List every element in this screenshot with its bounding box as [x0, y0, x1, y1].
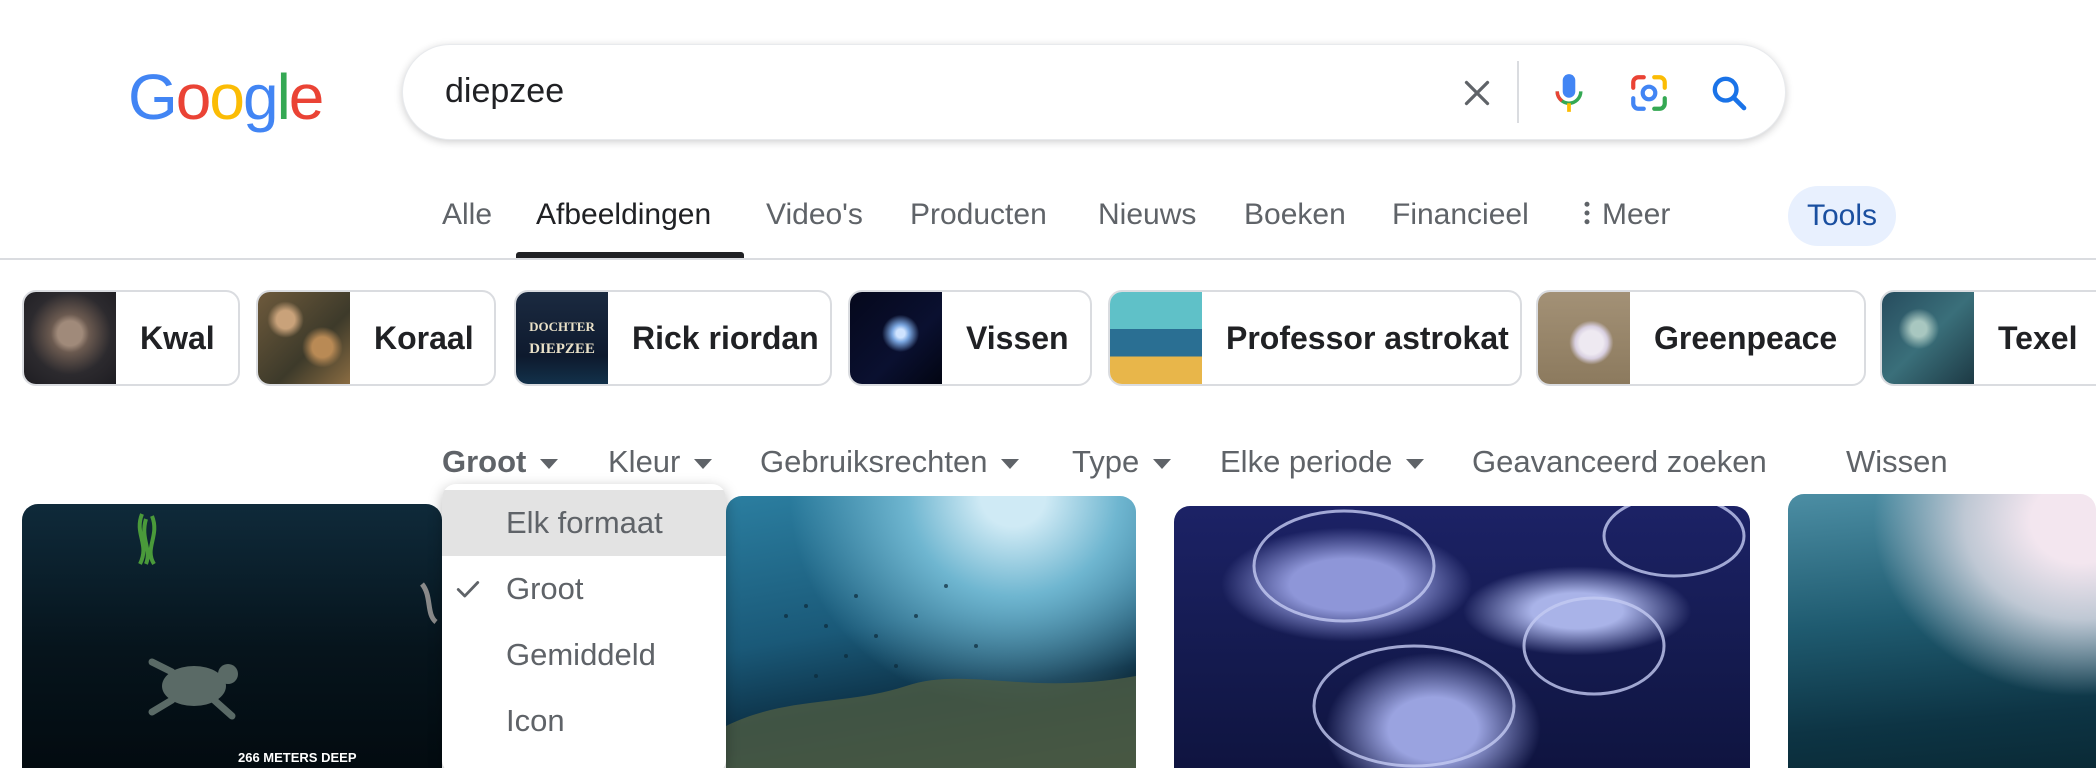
logo-letter: o — [209, 61, 245, 133]
option-label: Gemiddeld — [506, 637, 656, 672]
book-cover-thumbnail: DOCHTER DIEPZEE — [516, 292, 608, 384]
option-label: Elk formaat — [506, 505, 663, 540]
chip-label: Greenpeace — [1654, 319, 1838, 356]
microphone-icon[interactable] — [1543, 67, 1595, 119]
filter-groot[interactable]: Groot — [442, 444, 559, 480]
google-logo[interactable]: Google — [128, 60, 324, 133]
depth-label: 266 METERS DEEP — [238, 750, 357, 765]
chip-vissen[interactable]: Vissen — [848, 290, 1092, 386]
close-icon[interactable] — [1451, 67, 1503, 119]
search-tabs: Alle Afbeeldingen Video's Producten Nieu… — [0, 180, 2096, 260]
tab-alle[interactable]: Alle — [442, 198, 492, 232]
option-label: Icon — [506, 703, 565, 738]
caret-down-icon — [694, 459, 713, 469]
chip-kwal[interactable]: Kwal — [22, 290, 240, 386]
chip-label: Kwal — [140, 319, 215, 356]
filter-kleur[interactable]: Kleur — [608, 444, 713, 480]
result-image[interactable]: 266 METERS DEEP — [22, 504, 442, 768]
chip-label: Professor astrokat — [1226, 319, 1509, 356]
filter-type[interactable]: Type — [1072, 444, 1172, 480]
camera-lens-icon[interactable] — [1623, 67, 1675, 119]
logo-letter: l — [276, 61, 291, 133]
chip-thumbnail — [850, 292, 942, 384]
result-image[interactable] — [1788, 494, 2096, 768]
tab-meer[interactable]: Meer — [1582, 198, 1670, 232]
active-tab-indicator — [516, 252, 744, 258]
caret-down-icon — [1406, 459, 1425, 469]
size-option-large[interactable]: Groot — [442, 556, 726, 622]
filter-label: Wissen — [1846, 444, 1948, 479]
tab-boeken[interactable]: Boeken — [1244, 198, 1346, 232]
clear-filters-link[interactable]: Wissen — [1846, 444, 1948, 480]
caret-down-icon — [1001, 459, 1020, 469]
filter-label: Kleur — [608, 444, 681, 479]
chip-greenpeace[interactable]: Greenpeace — [1536, 290, 1866, 386]
tab-nieuws[interactable]: Nieuws — [1098, 198, 1196, 232]
reef-fish-illustration — [726, 584, 1136, 768]
tab-videos[interactable]: Video's — [766, 198, 863, 232]
chip-koraal[interactable]: Koraal — [256, 290, 496, 386]
result-image[interactable] — [726, 496, 1136, 768]
chip-thumbnail — [24, 292, 116, 384]
chip-texel[interactable]: Texel — [1880, 290, 2096, 386]
chip-label: Texel — [1998, 319, 2078, 356]
ocean-depth-illustration: 266 METERS DEEP — [137, 513, 438, 765]
tab-meer-label: Meer — [1602, 198, 1671, 231]
size-dropdown-menu: Elk formaat Groot Gemiddeld Icon — [442, 484, 726, 768]
filter-label: Geavanceerd zoeken — [1472, 444, 1767, 479]
filter-label: Gebruiksrechten — [760, 444, 988, 479]
jellyfish-illustration — [1252, 506, 1746, 768]
size-option-any[interactable]: Elk formaat — [442, 490, 726, 556]
logo-letter: G — [128, 61, 178, 133]
chip-thumbnail — [1110, 292, 1202, 384]
caret-down-icon — [540, 459, 559, 469]
chip-label: Koraal — [374, 319, 474, 356]
chip-thumbnail — [1882, 292, 1974, 384]
book-title-line: DOCHTER — [529, 318, 595, 334]
tab-producten[interactable]: Producten — [910, 198, 1047, 232]
filter-label: Groot — [442, 444, 527, 479]
option-label: Groot — [506, 571, 584, 606]
chip-rick-riordan[interactable]: DOCHTER DIEPZEE Rick riordan — [514, 290, 832, 386]
chip-label: Rick riordan — [632, 319, 819, 356]
search-box[interactable]: diepzee — [402, 44, 1786, 140]
chip-thumbnail — [1538, 292, 1630, 384]
book-title-line: DIEPZEE — [529, 340, 595, 357]
size-option-icon[interactable]: Icon — [442, 688, 726, 754]
caret-down-icon — [1153, 459, 1172, 469]
logo-letter: o — [175, 61, 212, 133]
more-vert-icon — [1584, 201, 1590, 225]
checkmark-icon — [456, 581, 480, 598]
filter-gebruiksrechten[interactable]: Gebruiksrechten — [760, 444, 1020, 480]
filter-label: Type — [1072, 444, 1140, 479]
logo-letter: e — [288, 61, 325, 133]
result-image[interactable] — [1174, 506, 1750, 768]
filter-label: Elke periode — [1220, 444, 1393, 479]
chip-label: Vissen — [966, 319, 1069, 356]
chip-professor-astrokat[interactable]: Professor astrokat — [1108, 290, 1522, 386]
size-option-medium[interactable]: Gemiddeld — [442, 622, 726, 688]
logo-letter: g — [242, 61, 279, 133]
search-divider — [1517, 61, 1519, 123]
tools-button[interactable]: Tools — [1788, 186, 1896, 246]
search-icon[interactable] — [1703, 67, 1755, 119]
tab-financieel[interactable]: Financieel — [1392, 198, 1529, 232]
chip-thumbnail — [258, 292, 350, 384]
search-input[interactable]: diepzee — [445, 72, 564, 111]
filter-elke-periode[interactable]: Elke periode — [1220, 444, 1425, 480]
tab-afbeeldingen[interactable]: Afbeeldingen — [536, 198, 711, 232]
advanced-search-link[interactable]: Geavanceerd zoeken — [1472, 444, 1767, 480]
